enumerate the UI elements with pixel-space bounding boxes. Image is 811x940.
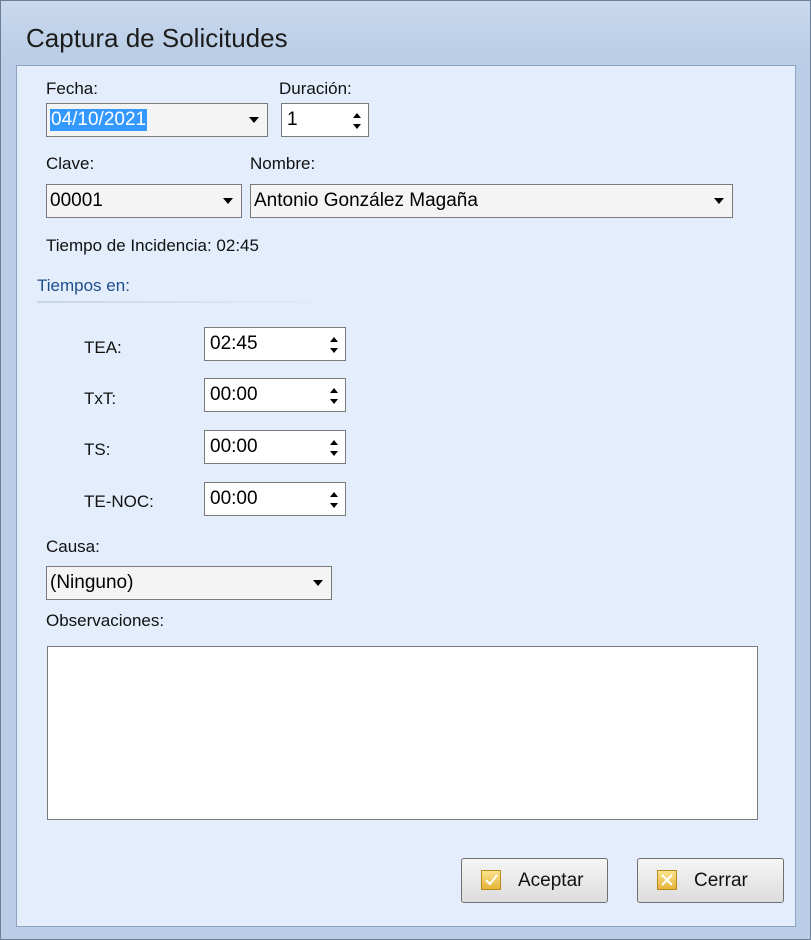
causa-value: (Ninguno) bbox=[50, 572, 134, 593]
window-title: Captura de Solicitudes bbox=[26, 23, 288, 53]
duracion-label: Duración: bbox=[279, 79, 352, 98]
fecha-label: Fecha: bbox=[46, 79, 98, 98]
ts-label: TS: bbox=[84, 440, 111, 459]
ts-time-spinner[interactable]: 00:00 bbox=[204, 430, 346, 464]
fecha-date-picker[interactable]: 04/10/2021 bbox=[46, 103, 268, 137]
checkbox-check-icon bbox=[481, 870, 501, 890]
causa-label: Causa: bbox=[46, 537, 100, 556]
observaciones-label: Observaciones: bbox=[46, 611, 165, 630]
clave-label: Clave: bbox=[46, 154, 95, 173]
duracion-value: 1 bbox=[287, 109, 298, 130]
aceptar-label: Aceptar bbox=[518, 870, 584, 891]
te-noc-value: 00:00 bbox=[210, 488, 258, 509]
chevron-down-icon[interactable] bbox=[223, 198, 233, 204]
dialog-body: Fecha: 04/10/2021 Duración: 1 Clave: 000… bbox=[16, 65, 796, 927]
nombre-value: Antonio González Magaña bbox=[254, 190, 478, 211]
cerrar-button[interactable]: Cerrar bbox=[637, 858, 784, 903]
tiempo-incidencia: Tiempo de Incidencia: 02:45 bbox=[46, 236, 259, 256]
chevron-down-icon[interactable] bbox=[714, 198, 724, 204]
spin-arrows-icon[interactable] bbox=[330, 440, 338, 456]
nombre-label: Nombre: bbox=[250, 154, 316, 173]
tea-label: TEA: bbox=[84, 338, 122, 357]
tiempos-group-title: Tiempos en: bbox=[37, 276, 130, 295]
tiempos-divider bbox=[37, 301, 337, 303]
tiempo-incidencia-label: Tiempo de Incidencia: bbox=[46, 236, 212, 255]
fecha-value: 04/10/2021 bbox=[50, 109, 148, 131]
checkbox-x-icon bbox=[657, 870, 677, 890]
chevron-down-icon[interactable] bbox=[313, 580, 323, 586]
spin-arrows-icon[interactable] bbox=[330, 492, 338, 508]
aceptar-button[interactable]: Aceptar bbox=[461, 858, 608, 903]
causa-combo[interactable]: (Ninguno) bbox=[46, 566, 332, 600]
dialog-window: Captura de Solicitudes Fecha: 04/10/2021… bbox=[0, 0, 811, 940]
te-noc-time-spinner[interactable]: 00:00 bbox=[204, 482, 346, 516]
te-noc-label: TE-NOC: bbox=[84, 492, 154, 511]
observaciones-textarea[interactable] bbox=[47, 646, 758, 820]
ts-value: 00:00 bbox=[210, 436, 258, 457]
clave-value: 00001 bbox=[50, 190, 103, 211]
chevron-down-icon[interactable] bbox=[249, 117, 259, 123]
txt-value: 00:00 bbox=[210, 384, 258, 405]
txt-label: TxT: bbox=[84, 389, 117, 408]
clave-combo[interactable]: 00001 bbox=[46, 184, 242, 218]
txt-time-spinner[interactable]: 00:00 bbox=[204, 378, 346, 412]
spin-arrows-icon[interactable] bbox=[330, 388, 338, 404]
cerrar-label: Cerrar bbox=[694, 870, 748, 891]
tea-value: 02:45 bbox=[210, 333, 258, 354]
duracion-spinner[interactable]: 1 bbox=[281, 103, 369, 137]
spin-arrows-icon[interactable] bbox=[353, 113, 361, 129]
spin-arrows-icon[interactable] bbox=[330, 337, 338, 353]
nombre-combo[interactable]: Antonio González Magaña bbox=[250, 184, 733, 218]
tiempo-incidencia-value: 02:45 bbox=[216, 236, 259, 255]
tea-time-spinner[interactable]: 02:45 bbox=[204, 327, 346, 361]
